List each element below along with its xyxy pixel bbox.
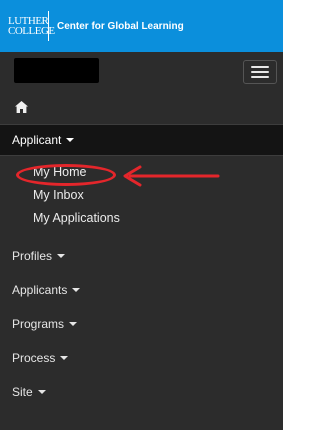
caret-down-icon [69, 322, 78, 326]
menu-programs-label: Programs [12, 317, 65, 331]
menu-process-label: Process [12, 351, 56, 365]
menu-profiles[interactable]: Profiles [0, 239, 283, 273]
menu-applicant[interactable]: Applicant [0, 124, 283, 156]
home-icon [15, 101, 28, 113]
submenu-my-home[interactable]: My Home [0, 160, 283, 183]
menu-programs[interactable]: Programs [0, 307, 283, 341]
menu-applicants[interactable]: Applicants [0, 273, 283, 307]
menu-profiles-label: Profiles [12, 249, 53, 263]
menu-applicants-label: Applicants [12, 283, 68, 297]
redacted-user-box [14, 58, 99, 83]
submenu-spacer [0, 229, 283, 239]
caret-down-icon [57, 254, 66, 258]
hamburger-menu-button[interactable] [243, 60, 277, 84]
menu-site[interactable]: Site [0, 375, 283, 409]
submenu-my-applications-label: My Applications [33, 210, 120, 225]
caret-down-icon [37, 390, 46, 394]
logo-line-2: COLLEGE [8, 25, 55, 37]
hamburger-icon [251, 71, 269, 73]
hamburger-icon [251, 76, 269, 78]
caret-down-icon [66, 138, 75, 142]
brand-header: LUTHER COLLEGE Center for Global Learnin… [0, 0, 283, 52]
caret-down-icon [60, 356, 69, 360]
submenu-my-home-label: My Home [33, 164, 87, 179]
menu-applicant-label: Applicant [12, 133, 62, 147]
menu-site-label: Site [12, 385, 33, 399]
caret-down-icon [72, 288, 81, 292]
hamburger-icon [251, 66, 269, 68]
college-logo[interactable]: LUTHER COLLEGE [8, 8, 55, 44]
logo-divider [48, 11, 49, 41]
submenu-my-applications[interactable]: My Applications [0, 206, 283, 229]
menu-process[interactable]: Process [0, 341, 283, 375]
submenu-my-inbox[interactable]: My Inbox [0, 183, 283, 206]
submenu-my-inbox-label: My Inbox [33, 187, 84, 202]
site-name[interactable]: Center for Global Learning [57, 21, 184, 32]
side-navigation: Applicant My Home My Inbox My Applicatio… [0, 52, 283, 430]
nav-top-bar [0, 52, 283, 90]
home-link[interactable] [0, 90, 283, 124]
